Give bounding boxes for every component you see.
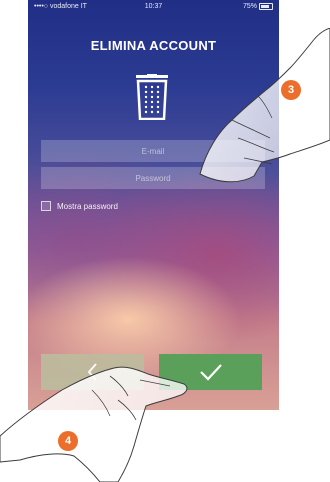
status-bar: ••••○ vodafone IT 10:37 75% — [28, 0, 279, 14]
show-password-label: Mostra password — [57, 201, 118, 211]
show-password-checkbox[interactable] — [41, 201, 51, 211]
battery-icon — [259, 2, 273, 10]
checkmark-icon — [199, 364, 222, 381]
pointing-hand-icon — [199, 28, 330, 183]
trash-icon — [136, 74, 168, 120]
step-3-badge: 3 — [281, 80, 301, 100]
clock: 10:37 — [144, 3, 163, 10]
show-password-toggle[interactable]: Mostra password — [41, 200, 118, 212]
battery-status: 75% — [243, 0, 273, 14]
step-4-badge: 4 — [58, 431, 78, 451]
battery-level: 75% — [242, 3, 257, 10]
pointing-hand-icon — [0, 366, 188, 482]
